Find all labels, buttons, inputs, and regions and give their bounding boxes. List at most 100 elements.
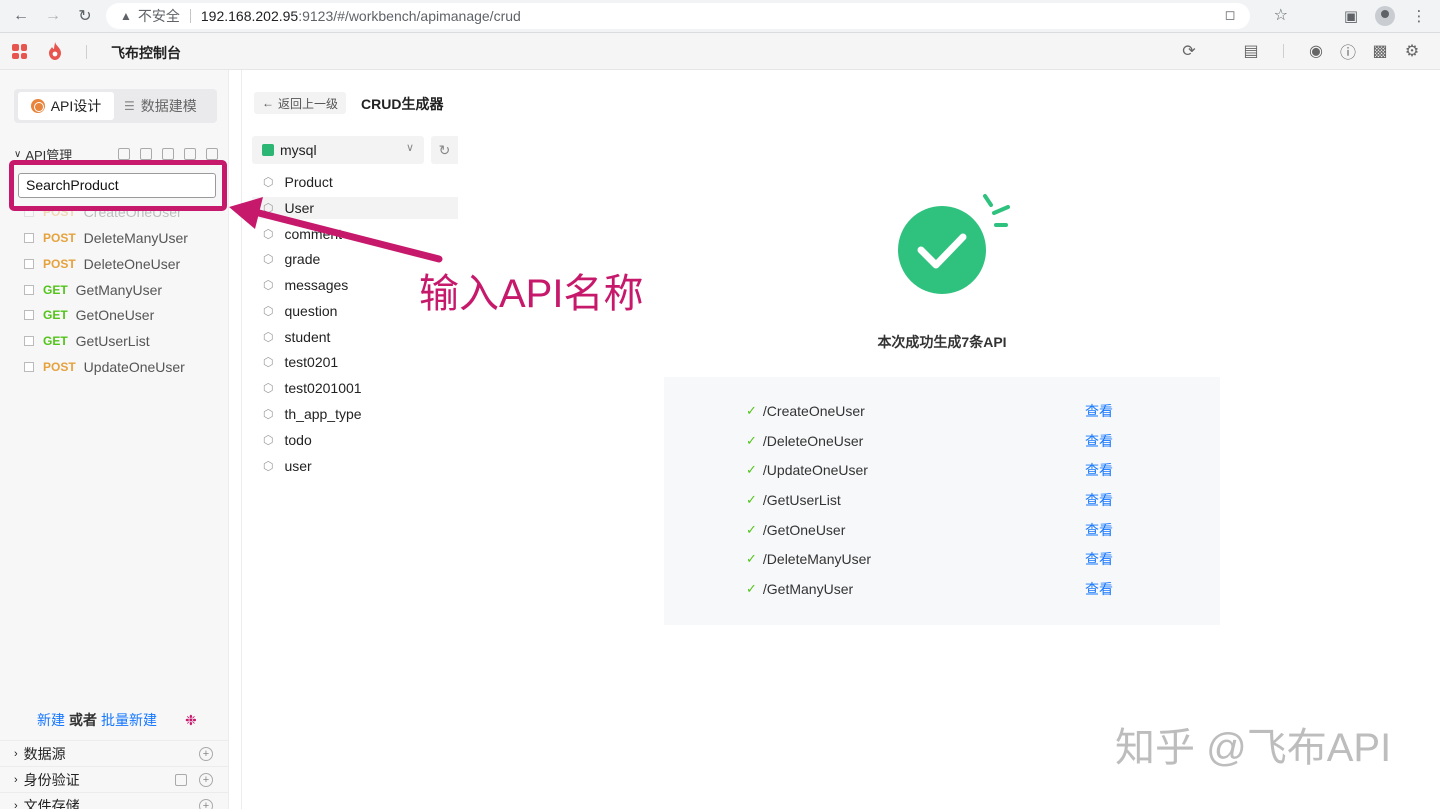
result-row: ✓ /UpdateOneUser 查看 bbox=[746, 460, 1116, 480]
result-row: ✓ /GetOneUser 查看 bbox=[746, 520, 1116, 540]
profile-icon[interactable] bbox=[1372, 3, 1398, 29]
bookmark-star-icon[interactable]: ☆ bbox=[1274, 5, 1288, 25]
check-icon: ✓ bbox=[746, 433, 757, 448]
api-item[interactable]: POST DeleteOneUser bbox=[24, 254, 180, 274]
table-name: messages bbox=[284, 277, 349, 293]
sidebar-toggle-icon[interactable]: ▣ bbox=[1338, 3, 1364, 29]
chevron-down-icon: ∨ bbox=[14, 148, 22, 160]
api-item[interactable]: POST UpdateOneUser bbox=[24, 357, 185, 377]
datasource-select[interactable]: mysql ∨ bbox=[252, 136, 424, 164]
table-name: todo bbox=[284, 432, 312, 448]
settings-icon[interactable]: ⚙ bbox=[1400, 39, 1424, 63]
add-icon[interactable]: + bbox=[199, 746, 213, 761]
insecure-label: 不安全 bbox=[137, 8, 180, 24]
app-header: 飞布控制台 ⟳ ▤ ◉ ⓘ ▩ ⚙ bbox=[0, 33, 1440, 70]
section-datasource[interactable]: › 数据源 + bbox=[0, 740, 229, 766]
message-icon[interactable]: ▩ bbox=[1368, 39, 1392, 63]
github-icon[interactable]: ◉ bbox=[1304, 39, 1328, 63]
panel-title: CRUD生成器 bbox=[361, 96, 444, 112]
table-name: th_app_type bbox=[284, 406, 362, 422]
table-item[interactable]: ⬡ test0201001 bbox=[252, 377, 458, 399]
view-link[interactable]: 查看 bbox=[1085, 401, 1113, 421]
back-button[interactable]: ← 返回上一级 bbox=[254, 92, 346, 114]
api-item[interactable]: GET GetUserList bbox=[24, 331, 150, 351]
batch-new-link[interactable]: 批量新建 bbox=[101, 710, 157, 730]
check-icon: ✓ bbox=[746, 581, 757, 596]
view-link[interactable]: 查看 bbox=[1085, 490, 1113, 510]
api-path: /CreateOneUser bbox=[762, 403, 865, 419]
add-folder-icon[interactable] bbox=[184, 148, 196, 160]
section-storage[interactable]: › 文件存储 + bbox=[0, 792, 229, 809]
address-bar[interactable]: ▲ 不安全 192.168.202.95:9123/#/workbench/ap… bbox=[106, 3, 1288, 29]
section-label: 身份验证 bbox=[23, 771, 80, 788]
help-icon[interactable]: ⓘ bbox=[1336, 39, 1360, 63]
watermark: 知乎 @飞布API bbox=[1115, 726, 1392, 770]
api-name: UpdateOneUser bbox=[83, 359, 185, 375]
reload-icon[interactable]: ↻ bbox=[70, 1, 100, 31]
table-item[interactable]: ⬡ todo bbox=[252, 429, 458, 451]
view-link[interactable]: 查看 bbox=[1085, 520, 1113, 540]
table-item[interactable]: ⬡ Product bbox=[252, 171, 458, 193]
api-path: /DeleteOneUser bbox=[762, 433, 864, 449]
table-item[interactable]: ⬡ student bbox=[252, 326, 458, 348]
add-file-icon[interactable] bbox=[206, 148, 218, 160]
table-name: test0201001 bbox=[284, 380, 362, 396]
tab-label: API设计 bbox=[50, 98, 102, 114]
view-link[interactable]: 查看 bbox=[1085, 579, 1113, 599]
api-path: /DeleteManyUser bbox=[762, 551, 872, 567]
annotation-highlight-box bbox=[9, 160, 227, 211]
filter-icon[interactable] bbox=[118, 148, 130, 160]
add-icon[interactable]: + bbox=[199, 798, 213, 809]
chevron-right-icon: › bbox=[14, 799, 18, 809]
view-link[interactable]: 查看 bbox=[1085, 431, 1113, 451]
apps-grid-icon[interactable] bbox=[12, 44, 27, 59]
section-auth[interactable]: › 身份验证 + bbox=[0, 766, 229, 792]
tab-api-design[interactable]: API设计 bbox=[18, 92, 114, 120]
cube-icon: ⬡ bbox=[263, 433, 274, 447]
mysql-icon bbox=[262, 144, 274, 156]
cube-icon: ⬡ bbox=[263, 330, 274, 344]
forward-icon[interactable]: → bbox=[38, 1, 68, 31]
view-link[interactable]: 查看 bbox=[1085, 549, 1113, 569]
more-menu-icon[interactable]: ⋮ bbox=[1406, 3, 1432, 29]
avatar bbox=[1375, 6, 1395, 26]
success-message: 本次成功生成7条API bbox=[877, 334, 1007, 350]
file-icon bbox=[24, 310, 34, 320]
api-name: GetUserList bbox=[75, 333, 150, 349]
browser-toolbar: ← → ↻ ▲ 不安全 192.168.202.95:9123/#/workbe… bbox=[0, 0, 1440, 33]
table-item[interactable]: ⬡ user bbox=[252, 455, 458, 477]
gear-icon[interactable]: ❉ bbox=[185, 712, 197, 729]
table-item[interactable]: ⬡ th_app_type bbox=[252, 403, 458, 425]
file-icon bbox=[24, 285, 34, 295]
url-path: :9123/#/workbench/apimanage/crud bbox=[298, 8, 521, 24]
chevron-right-icon: › bbox=[14, 747, 18, 760]
api-item[interactable]: GET GetManyUser bbox=[24, 280, 162, 300]
header-icon-divider bbox=[1283, 44, 1284, 58]
api-name: DeleteOneUser bbox=[83, 256, 181, 272]
back-icon[interactable]: ← bbox=[6, 1, 36, 31]
table-item[interactable]: ⬡ test0201 bbox=[252, 351, 458, 373]
refresh-button[interactable]: ↻ bbox=[431, 136, 458, 164]
tab-data-modeling[interactable]: ☰ 数据建模 bbox=[124, 92, 197, 120]
new-api-link[interactable]: 新建 bbox=[37, 710, 65, 730]
api-item[interactable]: POST DeleteManyUser bbox=[24, 228, 188, 248]
api-item[interactable]: GET GetOneUser bbox=[24, 305, 154, 325]
cube-icon: ⬡ bbox=[263, 459, 274, 473]
check-icon: ✓ bbox=[746, 403, 757, 418]
view-icon[interactable] bbox=[162, 148, 174, 160]
lock-icon[interactable] bbox=[175, 773, 187, 786]
sync-icon[interactable]: ⟳ bbox=[1177, 39, 1201, 63]
log-icon[interactable]: ▤ bbox=[1239, 39, 1263, 63]
list-icon: ☰ bbox=[124, 99, 135, 113]
add-icon[interactable]: + bbox=[199, 772, 213, 787]
cube-icon: ⬡ bbox=[263, 175, 274, 189]
datasource-value: mysql bbox=[280, 142, 317, 158]
share-icon[interactable]: ◻ bbox=[1222, 7, 1238, 23]
result-row: ✓ /CreateOneUser 查看 bbox=[746, 401, 1116, 421]
view-link[interactable]: 查看 bbox=[1085, 460, 1113, 480]
section-label: 数据源 bbox=[23, 745, 66, 762]
address-separator bbox=[189, 9, 191, 23]
api-name: GetOneUser bbox=[75, 307, 155, 323]
refresh-icon[interactable] bbox=[140, 148, 152, 160]
api-name: DeleteManyUser bbox=[83, 230, 188, 246]
